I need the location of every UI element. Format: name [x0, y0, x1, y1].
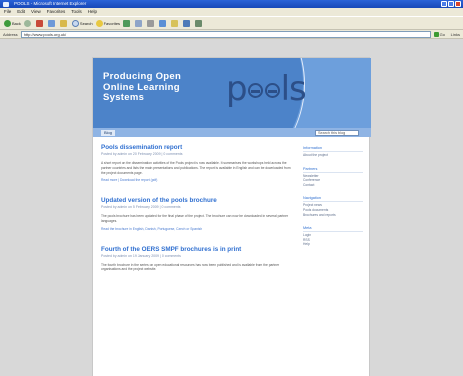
sidebar-link[interactable]: Contact [303, 183, 363, 188]
sidebar-heading: Meta [303, 226, 363, 233]
search-icon [71, 19, 79, 27]
site-navbar: Blog Search this blog [93, 128, 371, 137]
go-button[interactable]: Go [433, 31, 448, 38]
menu-file[interactable]: File [4, 8, 11, 16]
sidebar-link[interactable]: About the project [303, 153, 363, 158]
folder-icon [171, 19, 179, 27]
window-title: POOLS - Microsoft Internet Explorer [14, 1, 87, 6]
stop-button[interactable] [35, 19, 45, 28]
go-arrow-icon [433, 31, 439, 37]
minimize-button[interactable] [441, 1, 447, 7]
post-body: The fourth brochure in the series on ope… [101, 262, 280, 272]
post-meta: Posted by admin on 19 January 2009 | 0 c… [101, 253, 181, 258]
close-button[interactable] [455, 1, 461, 7]
discuss-button[interactable] [171, 19, 180, 28]
back-button[interactable]: Back [4, 19, 21, 28]
site-tagline: Producing Open Online Learning Systems [103, 71, 182, 103]
search-button[interactable]: Search [71, 19, 93, 28]
favorites-button[interactable]: Favorites [95, 19, 120, 28]
window-titlebar: POOLS - Microsoft Internet Explorer [0, 0, 463, 8]
mail-button[interactable] [135, 19, 144, 28]
browser-toolbar: Back Search Favorites [0, 16, 463, 30]
refresh-icon [47, 19, 55, 27]
sidebar-link[interactable]: Brochures and reports [303, 213, 363, 218]
post-title[interactable]: Fourth of the OERS SMPF brochures is in … [101, 246, 291, 254]
gear-icon [195, 19, 203, 27]
star-icon [95, 19, 103, 27]
post-body: The pools brochure has been updated for … [101, 214, 289, 223]
blog-posts: Pools dissemination report Posted by adm… [101, 144, 291, 286]
sidebar-group: Partners Newsletter Conference Contact [303, 167, 363, 188]
logo-eye-icon [264, 83, 280, 98]
address-bar: Address http://www.pools.org.uk/ Go Link… [0, 30, 463, 39]
sidebar: Information About the project Partners N… [303, 146, 363, 256]
tab-blog[interactable]: Blog [101, 129, 116, 136]
post-body: A short report on the dissemination acti… [101, 161, 291, 175]
refresh-button[interactable] [47, 19, 57, 28]
sidebar-heading: Information [303, 146, 363, 152]
address-label: Address [3, 31, 18, 37]
sidebar-heading: Navigation [303, 196, 363, 203]
browser-icon [3, 1, 9, 7]
address-input[interactable]: http://www.pools.org.uk/ [20, 30, 431, 38]
sidebar-heading: Partners [303, 167, 363, 173]
browser-viewport: Producing Open Online Learning Systems p… [0, 39, 463, 376]
menu-edit[interactable]: Edit [17, 8, 25, 16]
stop-icon [35, 19, 43, 27]
menu-help[interactable]: Help [88, 8, 97, 16]
sidebar-group: Meta Login RSS Help [303, 226, 363, 247]
messenger-button[interactable] [183, 19, 192, 28]
maximize-button[interactable] [448, 1, 454, 7]
post-link[interactable]: Read the brochure in English, Danish, Po… [101, 227, 291, 232]
web-page: Producing Open Online Learning Systems p… [92, 57, 371, 376]
post-link[interactable]: Read more | Download the report (pdf) [101, 178, 291, 183]
blog-post: Fourth of the OERS SMPF brochures is in … [101, 246, 291, 273]
messenger-icon [183, 19, 191, 27]
post-title[interactable]: Updated version of the pools brochure [101, 197, 291, 205]
pools-logo[interactable]: p ls [226, 72, 307, 106]
printer-icon [147, 19, 155, 27]
links-label[interactable]: Links [451, 32, 463, 37]
back-arrow-icon [4, 19, 11, 27]
tools-button[interactable] [195, 19, 204, 28]
forward-button[interactable] [23, 19, 33, 28]
sidebar-group: Navigation Project news Pools documents … [303, 196, 363, 217]
menu-bar: File Edit View Favorites Tools Help [0, 8, 463, 16]
sidebar-group: Information About the project [303, 146, 363, 158]
menu-tools[interactable]: Tools [71, 8, 82, 16]
post-meta: Posted by admin on 20 February 2009 | 0 … [101, 152, 183, 156]
mail-icon [135, 19, 143, 27]
edit-button[interactable] [159, 19, 168, 28]
home-icon [59, 19, 67, 27]
post-meta: Posted by admin on 5 February 2009 | 0 c… [101, 205, 181, 210]
home-button[interactable] [59, 19, 69, 28]
post-title[interactable]: Pools dissemination report [101, 144, 291, 152]
forward-arrow-icon [23, 19, 31, 27]
history-button[interactable] [123, 19, 132, 28]
blog-post: Pools dissemination report Posted by adm… [101, 144, 291, 183]
blog-post: Updated version of the pools brochure Po… [101, 197, 291, 231]
site-banner: Producing Open Online Learning Systems p… [93, 58, 371, 128]
menu-view[interactable]: View [31, 8, 41, 16]
history-icon [123, 19, 131, 27]
edit-icon [159, 19, 167, 27]
print-button[interactable] [147, 19, 156, 28]
window-controls [441, 1, 461, 7]
site-search-input[interactable]: Search this blog [315, 129, 359, 136]
logo-eye-icon [247, 83, 263, 98]
sidebar-link[interactable]: Help [303, 242, 363, 247]
menu-favorites[interactable]: Favorites [47, 8, 66, 16]
